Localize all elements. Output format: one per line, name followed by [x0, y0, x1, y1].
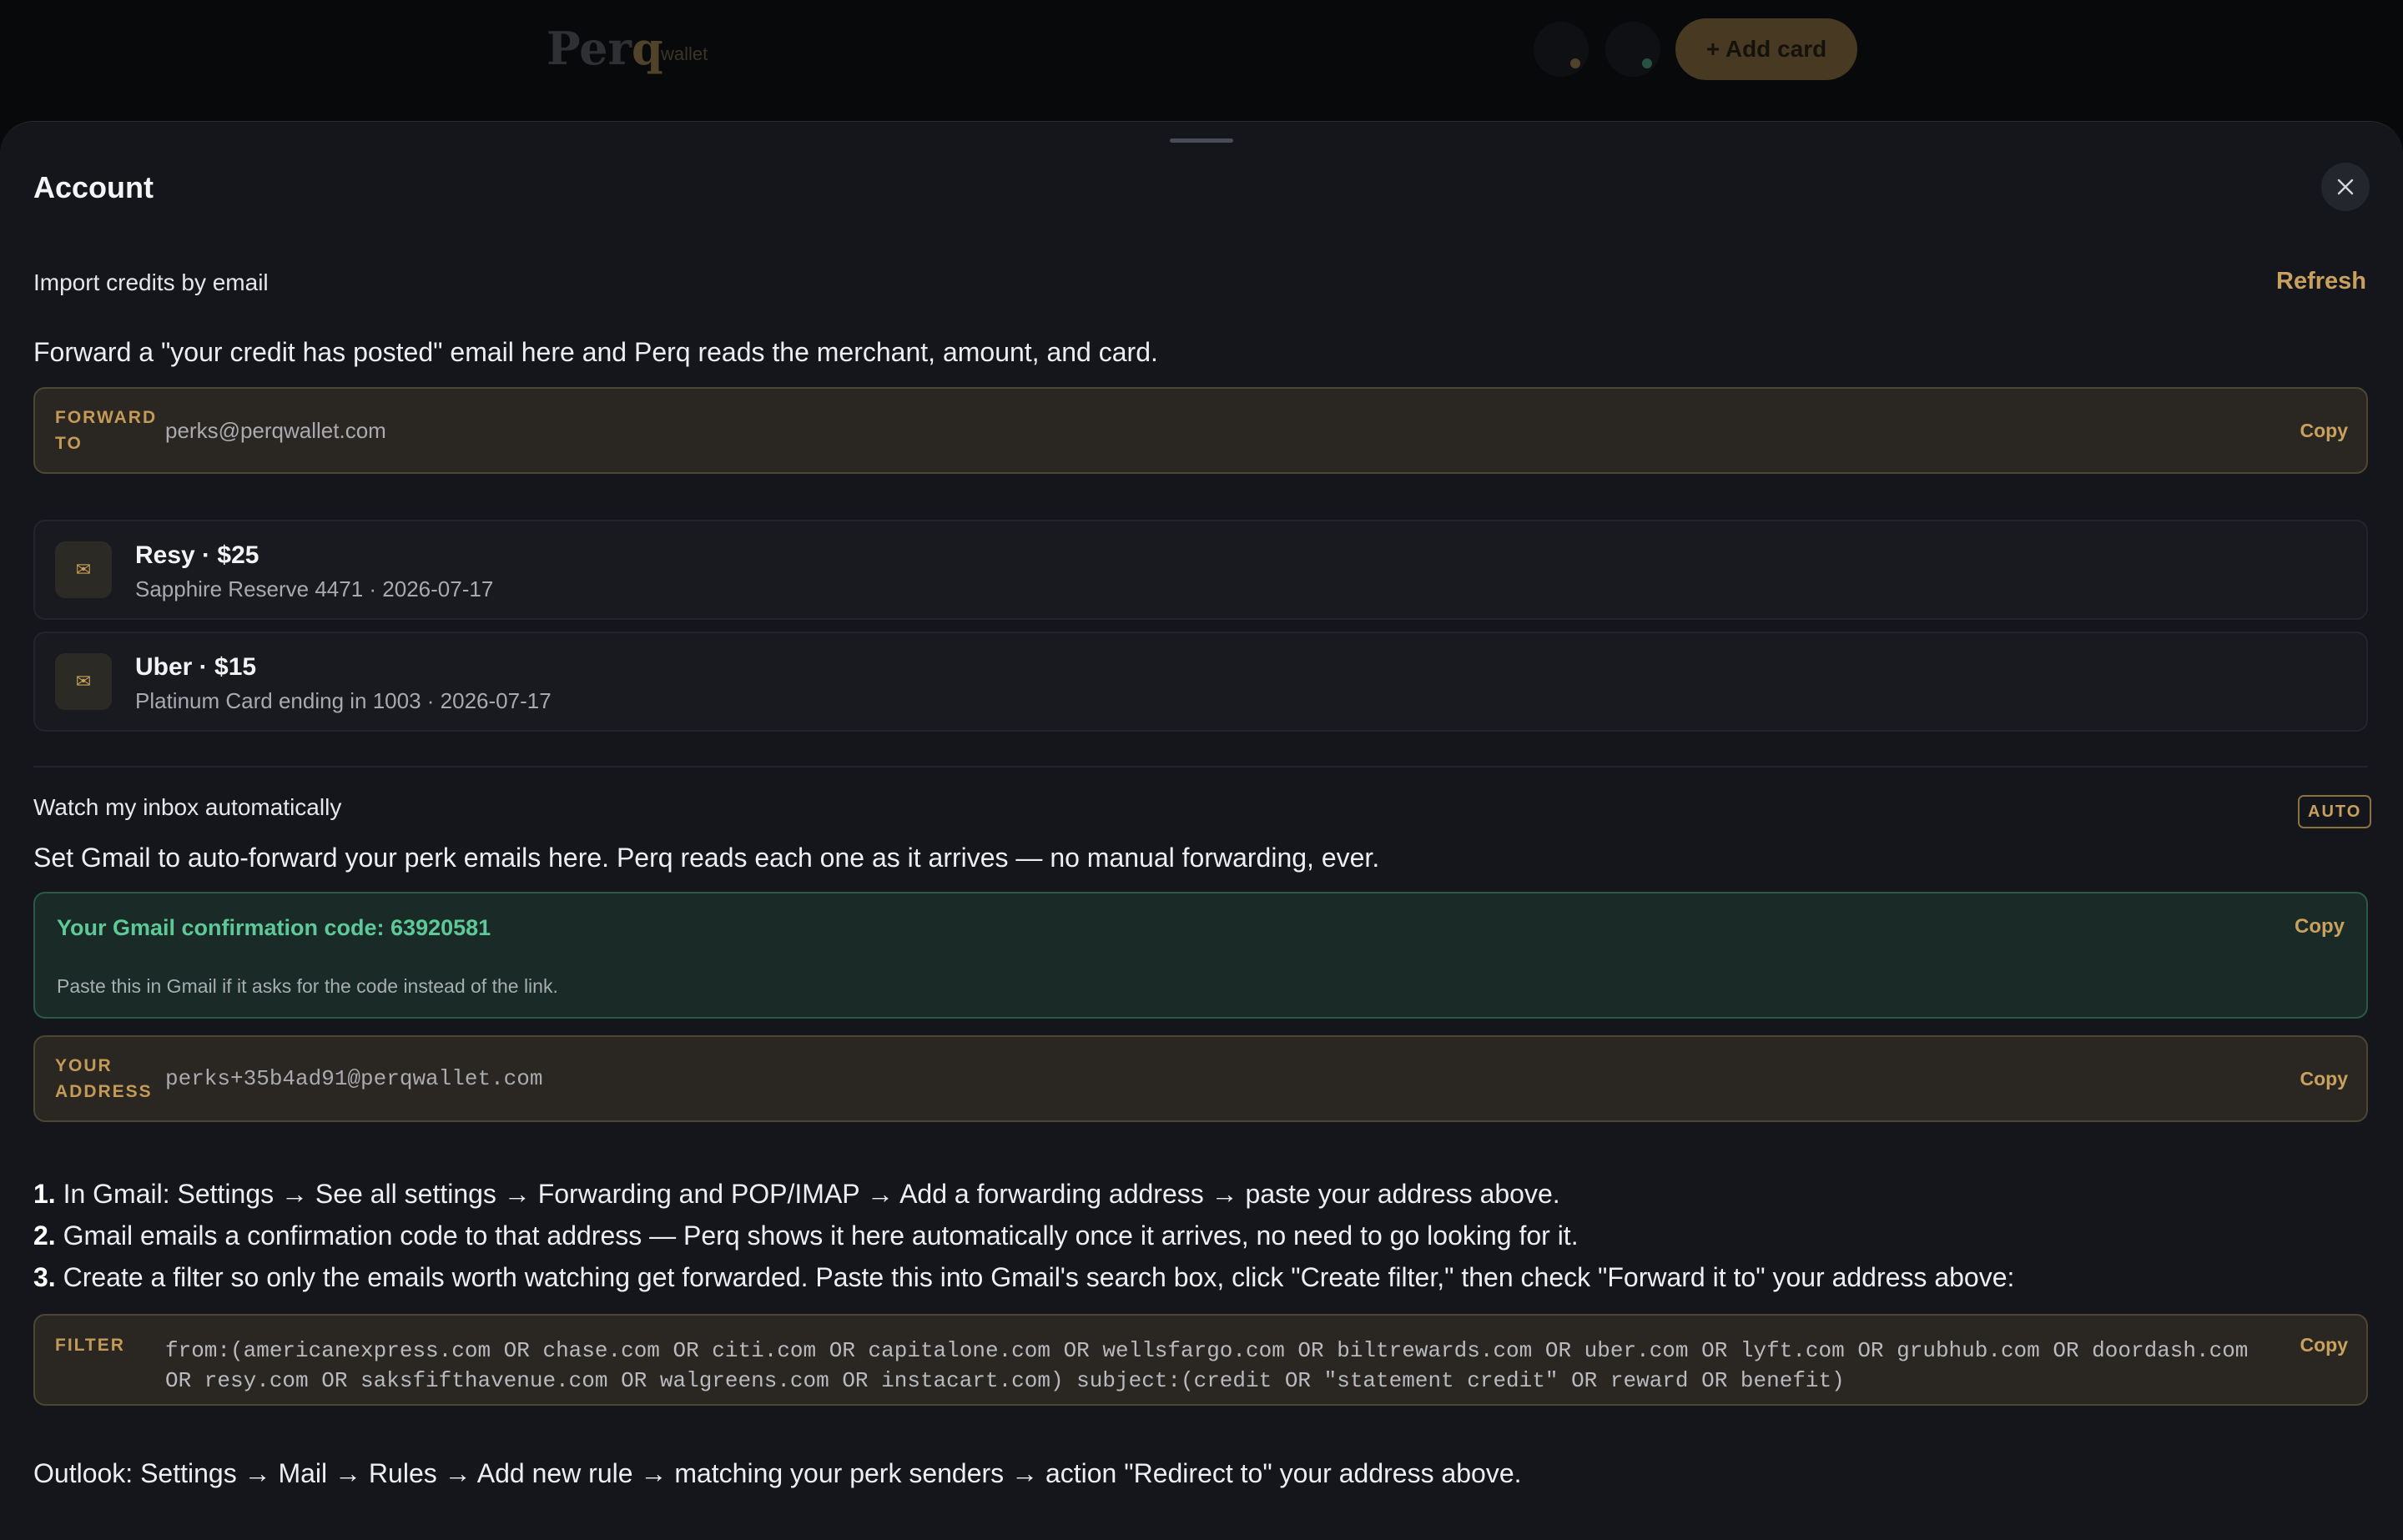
- copy-filter-button[interactable]: Copy: [2300, 1334, 2349, 1356]
- your-address-label: YOUR ADDRESS: [55, 1056, 153, 1101]
- copy-forward-address-button[interactable]: Copy: [2300, 420, 2349, 442]
- confirmation-code: Your Gmail confirmation code: 63920581: [57, 915, 491, 940]
- section-divider: [33, 766, 2368, 767]
- confirmation-code-hint: Paste this in Gmail if it asks for the c…: [57, 975, 558, 997]
- app-logo: Perq: [547, 22, 663, 75]
- credit-item[interactable]: ✉ Uber · $15 Platinum Card ending in 100…: [33, 632, 2368, 732]
- credit-item[interactable]: ✉ Resy · $25 Sapphire Reserve 4471 · 202…: [33, 520, 2368, 620]
- instruction-step: 2. Gmail emails a confirmation code to t…: [33, 1220, 1579, 1251]
- copy-code-button[interactable]: Copy: [2295, 915, 2345, 939]
- watch-description: Set Gmail to auto-forward your perk emai…: [33, 843, 1380, 873]
- forward-to-label: FORWARD TO: [55, 408, 158, 453]
- close-button[interactable]: [2321, 163, 2370, 211]
- filter-label: FILTER: [55, 1336, 125, 1355]
- sheet-title: Account: [33, 170, 154, 204]
- instruction-step: 1. In Gmail: Settings → See all settings…: [33, 1179, 1560, 1209]
- copy-address-button[interactable]: Copy: [2300, 1068, 2349, 1090]
- credit-name: Resy · $25: [135, 541, 259, 569]
- filter-box: FILTER from:(americanexpress.com OR chas…: [33, 1314, 2368, 1406]
- outlook-instructions: Outlook: Settings → Mail → Rules → Add n…: [33, 1458, 1522, 1488]
- credit-meta: Sapphire Reserve 4471 · 2026-07-17: [135, 576, 494, 601]
- filter-query[interactable]: from:(americanexpress.com OR chase.com O…: [165, 1336, 2251, 1396]
- add-card-button: + Add card: [1675, 18, 1857, 80]
- search-icon: [1534, 22, 1589, 77]
- refresh-button[interactable]: Refresh: [2276, 268, 2366, 295]
- forward-to-box: FORWARD TO perks@perqwallet.com Copy: [33, 387, 2368, 474]
- import-section-label: Import credits by email: [33, 269, 269, 295]
- watch-section-label: Watch my inbox automatically: [33, 794, 342, 820]
- confirmation-code-box: Your Gmail confirmation code: 63920581 P…: [33, 892, 2368, 1019]
- forward-address[interactable]: perks@perqwallet.com: [165, 418, 386, 444]
- your-address[interactable]: perks+35b4ad91@perqwallet.com: [165, 1066, 542, 1091]
- envelope-icon: ✉: [55, 653, 112, 710]
- notification-icon: [1605, 22, 1660, 77]
- app-logo-sub: wallet: [661, 43, 708, 64]
- instruction-step: 3. Create a filter so only the emails wo…: [33, 1262, 2015, 1292]
- import-description: Forward a "your credit has posted" email…: [33, 337, 1158, 367]
- your-address-box: YOUR ADDRESS perks+35b4ad91@perqwallet.co…: [33, 1035, 2368, 1122]
- close-icon: [2337, 179, 2354, 195]
- auto-badge: AUTO: [2298, 795, 2372, 828]
- background-app-header: Perq wallet + Add card: [0, 0, 2403, 125]
- credit-name: Uber · $15: [135, 653, 257, 681]
- account-sheet: Account Import credits by email Refresh …: [0, 121, 2403, 1540]
- credit-meta: Platinum Card ending in 1003 · 2026-07-1…: [135, 688, 552, 713]
- sheet-drag-handle[interactable]: [1170, 138, 1233, 143]
- envelope-icon: ✉: [55, 541, 112, 598]
